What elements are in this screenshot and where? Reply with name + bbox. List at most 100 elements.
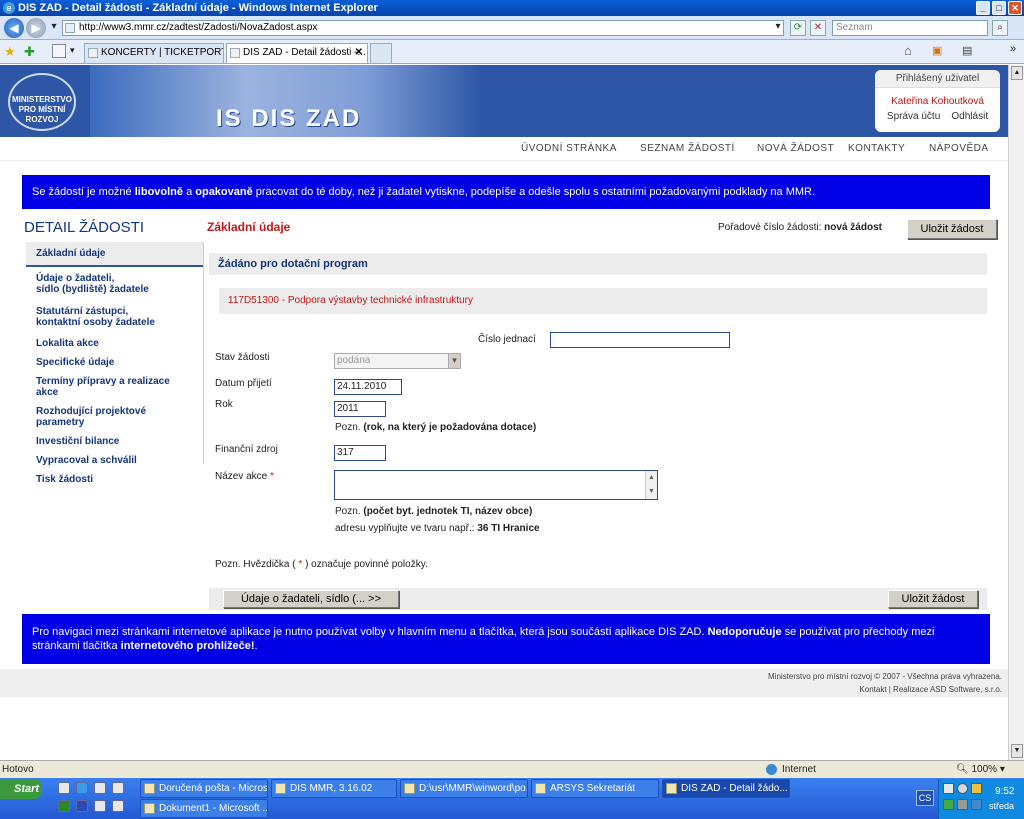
tray-icon[interactable] <box>957 783 968 794</box>
taskbar-outlook[interactable]: Doručená pošta - Micros... <box>140 779 268 798</box>
more-tools-icon[interactable]: » <box>1010 43 1016 55</box>
minimize-button[interactable]: _ <box>976 1 990 15</box>
refresh-icon[interactable]: ⟳ <box>790 20 806 36</box>
action-name-note: Pozn. (počet byt. jednotek TI, název obc… <box>335 506 532 517</box>
sidebar-item-approval[interactable]: Vypracoval a schválil <box>26 451 204 470</box>
sidebar-item-applicant[interactable]: Údaje o žadateli, sídlo (bydliště) žadate… <box>26 267 204 299</box>
tab-dis-zad[interactable]: DIS ZAD - Detail žádosti -... ✕ <box>226 43 368 63</box>
word-quicklaunch-icon[interactable] <box>76 800 88 812</box>
save-button-bottom[interactable]: Uložit žádost <box>888 590 978 608</box>
sidebar-item-print[interactable]: Tisk žádosti <box>26 470 204 489</box>
sidebar-item-label-2: kontaktní osoby žadatele <box>36 317 155 328</box>
window-title-bar: e DIS ZAD - Detail žádosti - Základní úd… <box>0 0 1024 16</box>
quicklaunch-icon[interactable] <box>58 782 70 794</box>
nav-request-list[interactable]: SEZNAM ŽÁDOSTÍ <box>640 143 735 154</box>
favorites-star-icon[interactable]: ★ <box>4 44 16 60</box>
tab-list-dropdown[interactable]: ▾ <box>70 45 75 56</box>
year-input[interactable]: 2011 <box>334 401 386 417</box>
tray-icon[interactable] <box>957 799 968 810</box>
nav-help[interactable]: NÁPOVĚDA <box>929 143 989 154</box>
order-number-value: nová žádost <box>824 222 882 233</box>
print-icon[interactable]: ▤ <box>962 44 972 57</box>
quicklaunch-icon[interactable] <box>94 800 106 812</box>
date-input[interactable]: 24.11.2010 <box>334 379 402 395</box>
status-label: Stav žádosti <box>215 352 270 363</box>
search-input[interactable]: Seznam <box>832 20 988 36</box>
nav-home[interactable]: ÚVODNÍ STRÁNKA <box>521 143 617 154</box>
year-note: Pozn. (rok, na který je požadována dotac… <box>335 422 536 433</box>
feeds-icon[interactable]: ▣ <box>932 44 942 57</box>
action-name-label-text: Název akce <box>215 471 268 482</box>
sidebar-item-investment[interactable]: Investiční bilance <box>26 432 204 451</box>
close-tab-icon[interactable]: ✕ <box>355 44 363 62</box>
stop-icon[interactable]: ✕ <box>810 20 826 36</box>
taskbar-dis-mmr[interactable]: DIS MMR, 3.16.02 <box>271 779 397 798</box>
zoom-level[interactable]: 🔍︎ 100% ▾ <box>956 761 1005 778</box>
start-button[interactable]: Start <box>0 779 42 799</box>
scroll-up-icon[interactable]: ▲ <box>1011 66 1023 80</box>
save-button-top[interactable]: Uložit žádost <box>907 219 997 239</box>
logout-link[interactable]: Odhlásit <box>951 111 988 122</box>
address-dropdown[interactable]: ▾ <box>770 20 786 36</box>
forward-button[interactable]: ▶ <box>26 18 46 38</box>
sidebar-item-terms[interactable]: Termíny přípravy a realizace akce <box>26 372 204 402</box>
history-dropdown[interactable]: ▾ <box>46 20 62 36</box>
next-page-button[interactable]: Údaje o žadateli, sídlo (... >> <box>223 590 399 608</box>
nav-new-request[interactable]: NOVÁ ŽÁDOST <box>757 143 834 154</box>
taskbar-arsys[interactable]: ARSYS Sekretariát <box>531 779 659 798</box>
excel-quicklaunch-icon[interactable] <box>58 800 70 812</box>
action-name-textarea[interactable]: ▲ ▼ <box>334 470 658 500</box>
page-scrollbar[interactable]: ▲ ▼ <box>1008 65 1024 760</box>
nav-contacts[interactable]: KONTAKTY <box>848 143 905 154</box>
info-bold: internetového prohlížeče! <box>120 640 255 652</box>
scroll-down-icon[interactable]: ▼ <box>1011 744 1023 758</box>
search-placeholder: Seznam <box>836 22 873 33</box>
tray-icon[interactable] <box>971 799 982 810</box>
status-select[interactable]: podána ▼ <box>334 353 461 369</box>
search-icon[interactable]: ⌕ <box>992 20 1008 36</box>
sidebar-item-specific[interactable]: Specifické údaje <box>26 353 204 372</box>
ie-icon <box>666 783 677 794</box>
tab-bar: ★ ✚ ▾ KONCERTY | TICKETPORTAL... DIS ZAD… <box>0 40 1024 64</box>
close-button[interactable]: ✕ <box>1008 1 1022 15</box>
ie-quicklaunch-icon[interactable] <box>76 782 88 794</box>
account-link[interactable]: Správa účtu <box>887 111 940 122</box>
quicklaunch-icon[interactable] <box>112 800 124 812</box>
textarea-scrollbar[interactable]: ▲ ▼ <box>645 471 657 499</box>
footer-links[interactable]: Kontakt | Realizace ASD Software, s.r.o. <box>859 685 1002 694</box>
address-format-note: adresu vyplňujte ve tvaru např.: 36 TI H… <box>335 523 540 534</box>
windows-taskbar: Start Doručená pošta - Micros... DIS MMR… <box>0 778 1024 819</box>
required-note-text: ) označuje povinné položky. <box>305 559 428 570</box>
taskbar-explorer[interactable]: D:\usr\MMR\winword\po... <box>400 779 528 798</box>
zoom-value: 100% <box>971 764 998 775</box>
quick-tabs-icon[interactable] <box>52 44 66 58</box>
tray-icon[interactable] <box>971 783 982 794</box>
tray-icon[interactable] <box>943 783 954 794</box>
taskbar-label: DIS MMR, 3.16.02 <box>290 783 373 794</box>
add-favorite-icon[interactable]: ✚ <box>24 44 35 60</box>
chevron-down-icon[interactable]: ▼ <box>448 354 460 368</box>
language-indicator[interactable]: CS <box>916 790 934 806</box>
address-url: http://www3.mmr.cz/zadtest/Zadosti/NovaZ… <box>79 22 318 33</box>
tab-koncerty[interactable]: KONCERTY | TICKETPORTAL... <box>84 43 224 63</box>
maximize-button[interactable]: □ <box>992 1 1006 15</box>
taskbar-word[interactable]: Dokument1 - Microsoft ... <box>140 799 268 818</box>
sidebar-item-representatives[interactable]: Statutární zástupci, kontaktní osoby žada… <box>26 299 204 332</box>
sidebar-item-parameters[interactable]: Rozhodující projektové parametry <box>26 402 204 432</box>
sidebar-item-basic[interactable]: Základní údaje <box>26 242 204 267</box>
funding-input[interactable]: 317 <box>334 445 386 461</box>
sidebar-item-label: Lokalita akce <box>36 338 99 349</box>
new-tab-button[interactable] <box>370 43 392 63</box>
address-bar[interactable]: http://www3.mmr.cz/zadtest/Zadosti/NovaZ… <box>62 20 784 36</box>
tray-icon[interactable] <box>943 799 954 810</box>
case-number-input[interactable] <box>550 332 730 348</box>
quicklaunch-icon[interactable] <box>94 782 106 794</box>
sidebar-item-label: Údaje o žadateli, <box>36 273 115 284</box>
home-icon[interactable]: ⌂ <box>904 43 912 58</box>
taskbar-dis-zad[interactable]: DIS ZAD - Detail žádo... <box>662 779 790 798</box>
sidebar-item-location[interactable]: Lokalita akce <box>26 332 204 353</box>
sidebar-item-label-2: sídlo (bydliště) žadatele <box>36 284 149 295</box>
quicklaunch-icon[interactable] <box>112 782 124 794</box>
back-button[interactable]: ◀ <box>4 18 24 38</box>
app-icon <box>535 783 546 794</box>
